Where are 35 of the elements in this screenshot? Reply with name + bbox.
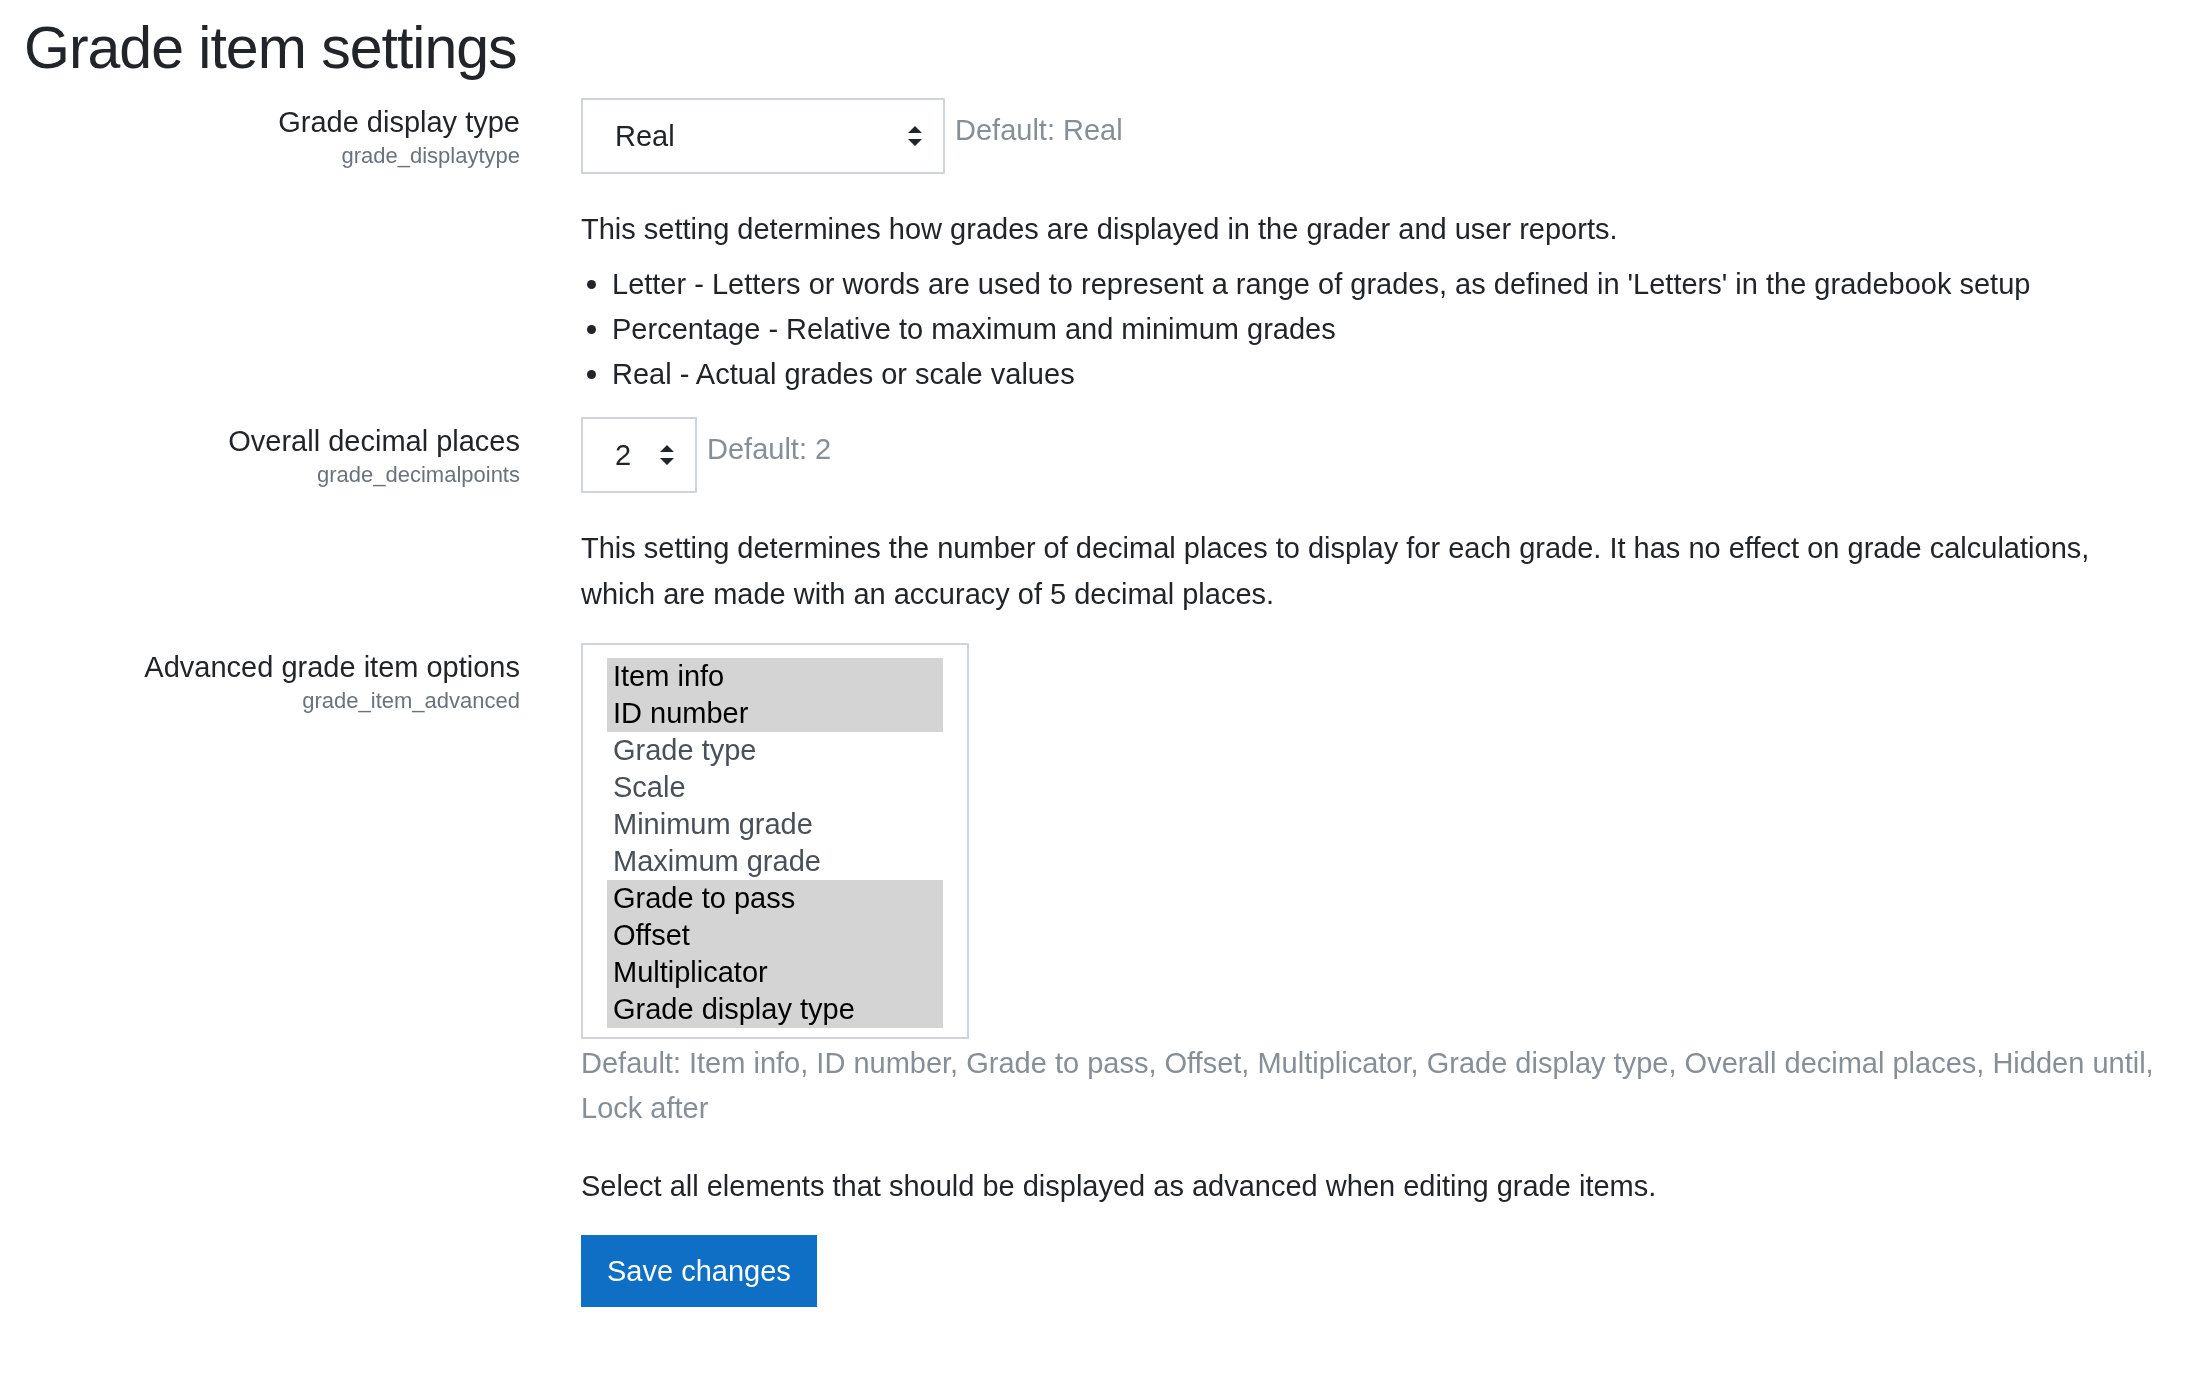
list-option[interactable]: Offset — [607, 917, 943, 954]
list-option[interactable]: Scale — [607, 769, 943, 806]
setting-label: Overall decimal places — [228, 424, 520, 459]
bullet-icon — [587, 370, 596, 379]
list-option[interactable]: Minimum grade — [607, 806, 943, 843]
dropdown[interactable]: Real — [581, 98, 945, 174]
bullet-text: Percentage - Relative to maximum and minimum grades — [612, 312, 1336, 347]
save-button[interactable]: Save changes — [581, 1235, 817, 1307]
list-option[interactable]: Grade to pass — [607, 880, 943, 917]
setting-description: This setting determines how grades are displayed in the grader and user reports. — [581, 212, 1619, 247]
dropdown[interactable]: 2 — [581, 417, 697, 493]
default-value: Default: Item info, ID number, Grade to pass, Offset, Multiplicator, Grade display type, Overall decimal places, Hidden until, Lock after — [581, 1046, 2155, 1126]
list-option[interactable]: Maximum grade — [607, 843, 943, 880]
default-value: Default: 2 — [707, 432, 832, 466]
list-option[interactable]: Grade type — [607, 732, 943, 769]
list-option[interactable]: ID number — [607, 695, 943, 732]
bullet-icon — [587, 280, 596, 289]
setting-description: Select all elements that should be displayed as advanced when editing grade items. — [581, 1169, 1658, 1204]
sort-arrows-icon — [907, 125, 923, 147]
list-option[interactable]: Multiplicator — [607, 954, 943, 991]
sort-arrows-icon — [659, 444, 675, 466]
setting-description: This setting determines the number of decimal places to display for each grade. It has no effect on grade calculations, which are made with an accuracy of 5 decimal places. — [581, 531, 2091, 612]
setting-key: grade_displaytype — [341, 140, 520, 172]
setting-label: Grade display type — [278, 105, 520, 140]
list-option[interactable]: Grade display type — [607, 991, 943, 1028]
page-title: Grade item settings — [24, 14, 518, 82]
setting-key: grade_decimalpoints — [316, 459, 520, 491]
default-value: Default: Real — [955, 113, 1123, 147]
list-option[interactable]: Item info — [607, 658, 943, 695]
bullet-icon — [587, 325, 596, 334]
setting-key: grade_item_advanced — [302, 685, 520, 717]
multi-select-list[interactable]: Item info ID number Grade type Scale Minimum grade Maximum grade Grade to pass Offset Multiplicator Grade display type — [581, 643, 969, 1039]
setting-label: Advanced grade item options — [144, 650, 520, 685]
bullet-text: Letter - Letters or words are used to represent a range of grades, as defined in 'Letters' in the gradebook setup — [612, 267, 2031, 302]
bullet-text: Real - Actual grades or scale values — [612, 357, 1075, 392]
